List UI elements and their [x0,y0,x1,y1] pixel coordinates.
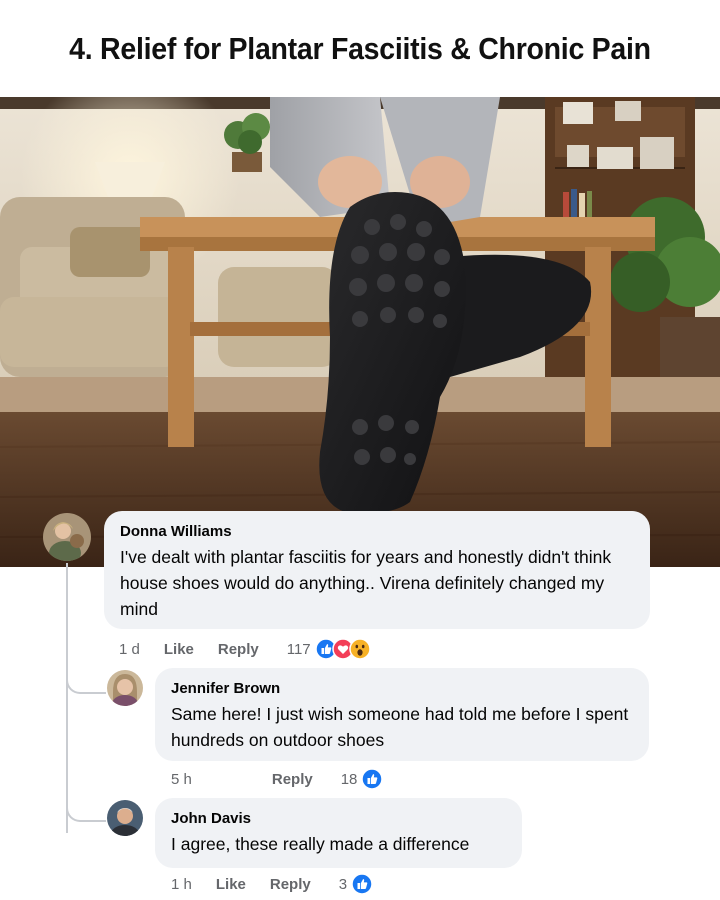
reply-button[interactable]: Reply [218,641,259,658]
avatar[interactable] [43,513,91,561]
comment-time[interactable]: 1 d [119,641,140,658]
avatar[interactable] [107,670,143,706]
thread-connector [66,668,106,694]
comment-text: I've dealt with plantar fasciitis for ye… [120,547,612,619]
avatar[interactable] [107,800,143,836]
reaction-icons[interactable] [314,638,371,660]
comment-author[interactable]: Jennifer Brown [171,680,633,697]
comment-author[interactable]: Donna Williams [120,523,634,540]
reaction-icons[interactable] [361,768,384,790]
like-button[interactable]: Like [216,876,246,893]
page-title: 4. Relief for Plantar Fasciitis & Chroni… [69,30,651,66]
reply-bubble: Jennifer Brown Same here! I just wish so… [155,668,649,761]
comment-author[interactable]: John Davis [171,810,506,827]
like-icon [361,768,384,790]
like-icon [351,873,373,895]
product-photo [0,97,720,567]
comment-actions: 1 h Like Reply 3 [171,873,373,895]
reply-bubble: John Davis I agree, these really made a … [155,798,522,868]
thread-connector [66,796,106,822]
comment-actions: 1 d Like Reply 117 [119,638,371,660]
reaction-count[interactable]: 117 [287,641,311,658]
reaction-icons[interactable] [351,873,373,895]
comment-text: I agree, these really made a difference [171,834,470,854]
comment-bubble: Donna Williams I've dealt with plantar f… [104,511,650,629]
comment-actions: 5 h Reply 18 [171,768,384,790]
comment-text: Same here! I just wish someone had told … [171,704,629,750]
reply-button[interactable]: Reply [270,876,311,893]
thread-line [66,563,68,833]
reply-button[interactable]: Reply [272,771,313,788]
comment-time[interactable]: 5 h [171,771,192,788]
comment-time[interactable]: 1 h [171,876,192,893]
wow-icon [348,638,371,660]
reaction-count[interactable]: 3 [339,876,347,893]
like-button[interactable]: Like [164,641,194,658]
reaction-count[interactable]: 18 [341,771,358,788]
